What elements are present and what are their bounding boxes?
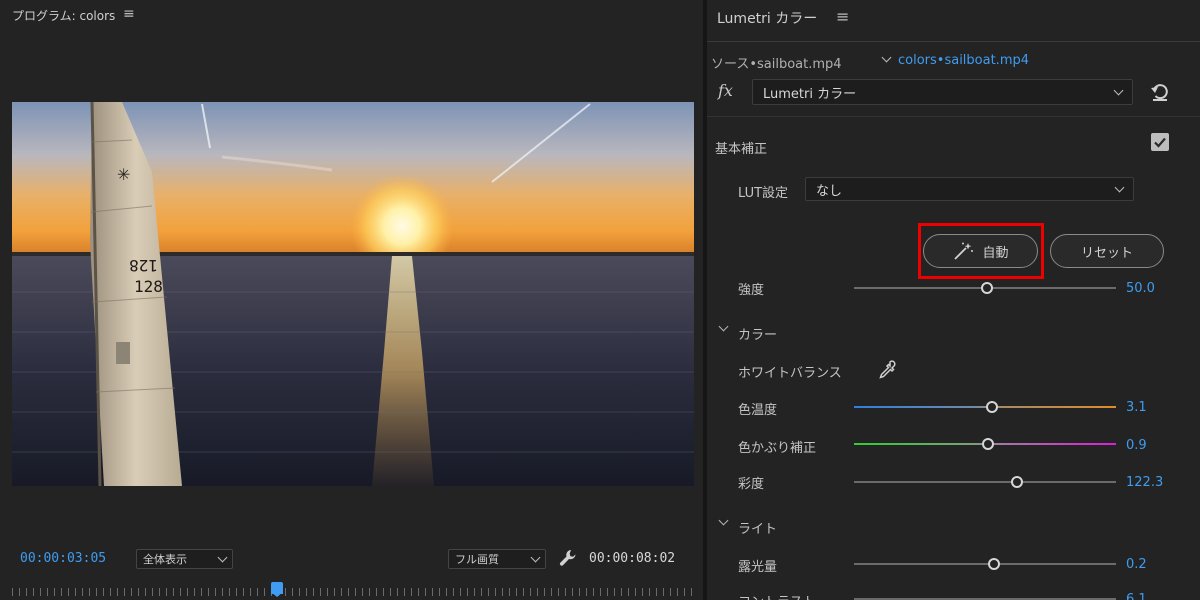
contrast-label: コントラスト [738, 591, 816, 600]
svg-text:✳: ✳ [117, 165, 130, 184]
lut-setting-label: LUT設定 [738, 186, 789, 201]
temperature-label: 色温度 [738, 403, 778, 418]
program-monitor-panel: プログラム: colors ≡ ✳ 128 128 00:00:03:05 全体… [0, 0, 706, 600]
lumetri-panel-title[interactable]: Lumetri カラー [717, 8, 817, 28]
auto-button-label: 自動 [982, 245, 1009, 261]
sail-number: 128 [134, 277, 163, 296]
duration-timecode: 00:00:08:02 [589, 551, 676, 566]
temperature-value[interactable]: 3.1 [1126, 400, 1147, 415]
auto-button[interactable]: 自動 [923, 234, 1038, 268]
saturation-value[interactable]: 122.3 [1126, 475, 1163, 490]
chevron-down-icon [217, 552, 228, 562]
header-divider [707, 41, 1200, 42]
tint-label: 色かぶり補正 [738, 441, 817, 456]
exposure-label: 露光量 [738, 560, 778, 575]
playback-quality-value: フル画質 [455, 553, 499, 566]
playback-quality-select[interactable]: フル画質 [448, 549, 546, 569]
current-timecode[interactable]: 00:00:03:05 [20, 551, 106, 566]
color-section-heading[interactable]: カラー [738, 324, 777, 343]
exposure-slider-track[interactable] [854, 563, 1116, 565]
playhead[interactable] [271, 582, 283, 597]
eyedropper-icon[interactable] [876, 359, 898, 381]
fx-icon[interactable]: fx [718, 81, 733, 100]
tint-value[interactable]: 0.9 [1126, 438, 1147, 453]
section-divider [707, 116, 1200, 117]
basic-correction-checkbox[interactable] [1151, 133, 1169, 151]
basic-correction-heading[interactable]: 基本補正 [715, 138, 767, 157]
wrench-icon[interactable] [558, 548, 578, 568]
hamburger-menu-icon[interactable]: ≡ [123, 6, 135, 22]
temperature-slider-handle[interactable] [986, 401, 998, 413]
sail-number-mirrored: 128 [129, 256, 158, 275]
zoom-level-select[interactable]: 全体表示 [136, 549, 233, 569]
chevron-down-icon [1114, 182, 1125, 192]
exposure-slider-handle[interactable] [988, 558, 1000, 570]
magic-wand-icon [954, 242, 974, 260]
sunset-sailboat-frame: ✳ 128 128 [12, 102, 694, 486]
program-monitor-title[interactable]: プログラム: colors [12, 7, 115, 24]
video-preview[interactable]: ✳ 128 128 [12, 102, 694, 486]
white-balance-label: ホワイトバランス [738, 366, 842, 381]
lut-select[interactable]: なし [805, 177, 1134, 201]
saturation-slider-track[interactable] [854, 481, 1116, 483]
tab-source-clip[interactable]: ソース•sailboat.mp4 [711, 53, 842, 72]
effect-select-value: Lumetri カラー [763, 86, 857, 102]
tint-slider-handle[interactable] [982, 438, 994, 450]
tab-sequence-clip[interactable]: colors•sailboat.mp4 [898, 53, 1029, 68]
hamburger-menu-icon[interactable]: ≡ [836, 7, 849, 26]
timeline-ruler[interactable] [12, 582, 694, 600]
chevron-down-icon [530, 552, 541, 562]
intensity-value[interactable]: 50.0 [1126, 281, 1155, 296]
zoom-level-value: 全体表示 [143, 553, 187, 566]
reset-button-label: リセット [1080, 245, 1133, 261]
reset-arrow-icon[interactable] [1149, 81, 1171, 103]
intensity-slider-handle[interactable] [981, 282, 993, 294]
exposure-value[interactable]: 0.2 [1126, 557, 1147, 572]
intensity-label: 強度 [738, 283, 765, 298]
saturation-label: 彩度 [738, 477, 765, 492]
chevron-down-icon [1113, 85, 1124, 95]
lut-select-value: なし [816, 183, 843, 199]
temperature-slider-track[interactable] [854, 406, 1116, 408]
effect-select[interactable]: Lumetri カラー [752, 79, 1133, 105]
reset-button[interactable]: リセット [1050, 234, 1164, 268]
light-section-heading[interactable]: ライト [738, 518, 777, 537]
saturation-slider-handle[interactable] [1011, 476, 1023, 488]
checkmark-icon [1154, 137, 1166, 148]
contrast-value[interactable]: 6.1 [1126, 592, 1147, 600]
